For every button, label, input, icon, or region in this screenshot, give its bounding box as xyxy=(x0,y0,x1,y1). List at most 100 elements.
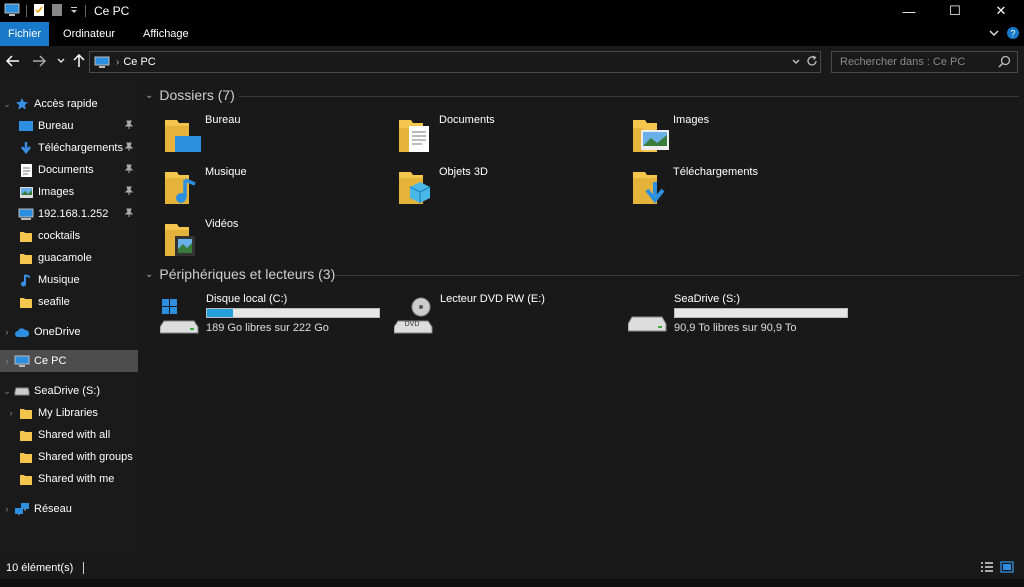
pin-icon[interactable] xyxy=(124,120,134,133)
sidebar-item-guacamole[interactable]: guacamole xyxy=(0,247,138,269)
folder-name: Documents xyxy=(439,114,495,126)
window-title: Ce PC xyxy=(94,4,130,18)
computer-icon[interactable] xyxy=(4,3,20,20)
star-icon xyxy=(14,96,30,112)
search-box[interactable] xyxy=(831,51,1018,73)
expand-chevron-icon[interactable]: › xyxy=(0,356,14,366)
close-button[interactable]: ✕ xyxy=(978,0,1024,22)
collapse-chevron-icon[interactable]: ⌄ xyxy=(145,90,153,101)
folder-tile-videos[interactable]: Vidéos xyxy=(163,218,383,266)
pin-icon[interactable] xyxy=(124,208,134,221)
help-icon[interactable]: ? xyxy=(1006,26,1020,43)
folder-tile-documents[interactable]: Documents xyxy=(397,114,617,162)
sidebar-item-bureau[interactable]: Bureau xyxy=(0,115,138,137)
expand-chevron-icon[interactable]: › xyxy=(0,327,14,337)
cloud-icon xyxy=(14,324,30,340)
folder-tile-objets-3d[interactable]: Objets 3D xyxy=(397,166,617,214)
large-icons-view-icon[interactable] xyxy=(1000,561,1014,576)
sidebar-item-onedrive[interactable]: › OneDrive xyxy=(0,321,138,343)
ribbon-tabs: Fichier Ordinateur Affichage ? xyxy=(0,22,1024,46)
title-bar: Ce PC — ☐ ✕ xyxy=(0,0,1024,22)
minimize-button[interactable]: — xyxy=(886,0,932,22)
sidebar-item-seadrive[interactable]: ⌄ SeaDrive (S:) xyxy=(0,380,138,402)
expand-chevron-icon[interactable]: › xyxy=(4,408,18,418)
address-dropdown-icon[interactable] xyxy=(792,57,800,68)
sidebar-item-reseau[interactable]: › Réseau xyxy=(0,498,138,520)
folder-name: Bureau xyxy=(205,114,241,126)
sidebar-item-seafile[interactable]: seafile xyxy=(0,291,138,313)
back-button[interactable] xyxy=(4,52,22,70)
folder-icon xyxy=(18,294,34,310)
up-arrow-icon xyxy=(73,54,85,67)
folder-name: Objets 3D xyxy=(439,166,488,178)
tab-affichage[interactable]: Affichage xyxy=(129,22,203,46)
navigation-bar: › Ce PC xyxy=(0,46,1024,78)
sidebar-item-ce-pc[interactable]: › Ce PC xyxy=(0,350,138,372)
status-bar: 10 élément(s) xyxy=(0,557,1024,579)
sidebar-item-cocktails[interactable]: cocktails xyxy=(0,225,138,247)
computer-icon xyxy=(14,353,30,369)
expand-ribbon-icon[interactable] xyxy=(988,27,1000,41)
drive-name: Disque local (C:) xyxy=(206,293,288,305)
breadcrumb-ce-pc[interactable]: Ce PC xyxy=(123,56,155,68)
up-button[interactable] xyxy=(70,52,88,70)
sidebar-item-shared-with-me[interactable]: Shared with me xyxy=(0,468,138,490)
search-input[interactable] xyxy=(832,52,992,72)
computer-icon xyxy=(94,56,110,69)
folder-icon xyxy=(18,228,34,244)
group-header-peripheriques[interactable]: ⌄ Périphériques et lecteurs (3) xyxy=(145,266,335,282)
collapse-chevron-icon[interactable]: ⌄ xyxy=(145,269,153,280)
sidebar-item-telechargements[interactable]: Téléchargements xyxy=(0,137,138,159)
download-icon xyxy=(18,140,34,156)
sidebar-item-label: Musique xyxy=(38,274,80,286)
folder-tile-musique[interactable]: Musique xyxy=(163,166,383,214)
refresh-icon[interactable] xyxy=(806,54,818,70)
new-folder-icon[interactable] xyxy=(51,3,63,20)
sidebar-item-label: Bureau xyxy=(38,120,74,132)
sidebar-item-shared-with-all[interactable]: Shared with all xyxy=(0,424,138,446)
sidebar-item-label: Accès rapide xyxy=(34,98,98,110)
sidebar-item-label: Documents xyxy=(38,164,94,176)
sidebar-item-label: cocktails xyxy=(38,230,81,242)
recent-locations-button[interactable] xyxy=(52,52,70,70)
tab-ordinateur[interactable]: Ordinateur xyxy=(49,22,129,46)
group-header-dossiers[interactable]: ⌄ Dossiers (7) xyxy=(145,87,235,103)
sidebar-item-acces-rapide[interactable]: ⌄ Accès rapide xyxy=(0,93,138,115)
maximize-button[interactable]: ☐ xyxy=(932,0,978,22)
properties-icon[interactable] xyxy=(33,3,45,20)
sidebar-item-my-libraries[interactable]: › My Libraries xyxy=(0,402,138,424)
item-count: 10 élément(s) xyxy=(6,562,74,574)
address-bar[interactable]: › Ce PC xyxy=(89,51,821,73)
folder-tile-telechargements[interactable]: Téléchargements xyxy=(631,166,851,214)
collapse-chevron-icon[interactable]: ⌄ xyxy=(0,386,14,397)
sidebar-item-images[interactable]: Images xyxy=(0,181,138,203)
documents-icon xyxy=(18,162,34,178)
svg-text:?: ? xyxy=(1010,28,1015,38)
tab-fichier[interactable]: Fichier xyxy=(0,22,50,46)
pin-icon[interactable] xyxy=(124,142,134,155)
group-title: Dossiers (7) xyxy=(159,87,235,103)
expand-chevron-icon[interactable]: › xyxy=(0,504,14,514)
pin-icon[interactable] xyxy=(124,164,134,177)
pin-icon[interactable] xyxy=(124,186,134,199)
sidebar-item-label: Shared with all xyxy=(38,429,111,441)
sidebar-item-musique[interactable]: Musique xyxy=(0,269,138,291)
sidebar-item-network-drive[interactable]: 192.168.1.252 xyxy=(0,203,138,225)
forward-button[interactable] xyxy=(30,52,48,70)
drive-tile-c[interactable]: Disque local (C:) 189 Go libres sur 222 … xyxy=(160,293,380,341)
details-view-icon[interactable] xyxy=(980,561,994,576)
search-icon[interactable] xyxy=(998,55,1011,71)
window-controls: — ☐ ✕ xyxy=(886,0,1024,22)
sidebar-item-label: SeaDrive (S:) xyxy=(34,385,101,397)
customize-toolbar-icon[interactable] xyxy=(69,4,79,18)
sidebar-item-documents[interactable]: Documents xyxy=(0,159,138,181)
folder-tile-images[interactable]: Images xyxy=(631,114,851,162)
folder-icon xyxy=(18,471,34,487)
sidebar-item-shared-with-groups[interactable]: Shared with groups xyxy=(0,446,138,468)
folder-tile-bureau[interactable]: Bureau xyxy=(163,114,383,162)
collapse-chevron-icon[interactable]: ⌄ xyxy=(0,99,14,110)
folder-name: Vidéos xyxy=(205,218,239,230)
breadcrumb-separator[interactable]: › xyxy=(116,57,119,68)
drive-tile-seadrive[interactable]: SeaDrive (S:) 90,9 To libres sur 90,9 To xyxy=(628,293,848,341)
drive-tile-dvd[interactable]: DVD Lecteur DVD RW (E:) xyxy=(394,293,614,341)
